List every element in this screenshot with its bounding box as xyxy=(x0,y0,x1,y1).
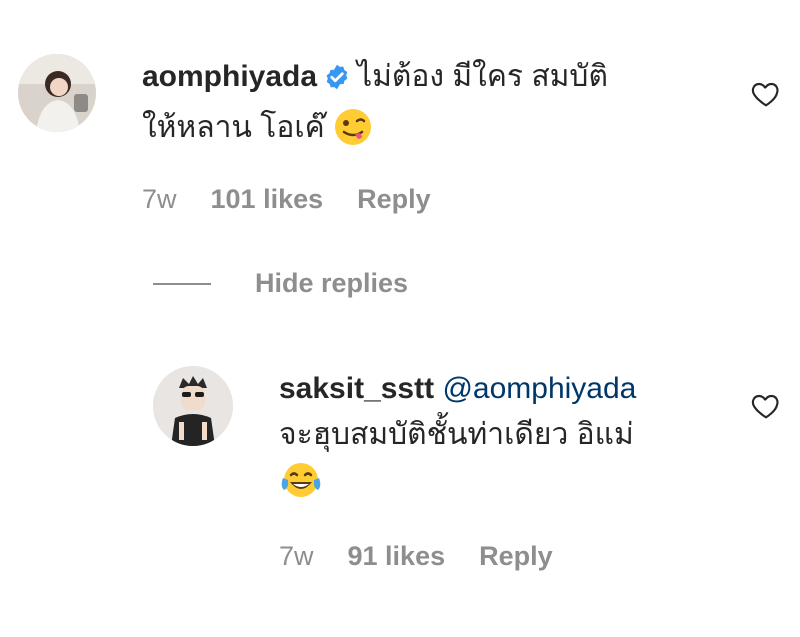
reply-button[interactable]: Reply xyxy=(479,541,553,572)
verified-badge-icon xyxy=(323,59,351,105)
hide-replies-button[interactable]: Hide replies xyxy=(153,268,408,299)
winking-face-with-tongue-icon xyxy=(333,107,373,161)
comment-body-line1: ไม่ต้อง มีใคร สมบัติ xyxy=(357,60,608,93)
profile-photo-icon xyxy=(153,366,233,446)
likes-count[interactable]: 91 likes xyxy=(348,541,446,572)
avatar[interactable] xyxy=(153,366,233,446)
hide-replies-label: Hide replies xyxy=(255,268,409,298)
mention-link[interactable]: @aomphiyada xyxy=(442,372,636,405)
comment-text: aomphiyada ไม่ต้อง มีใคร สมบัติ ให้หลาน โ… xyxy=(142,54,702,161)
reply-button[interactable]: Reply xyxy=(357,184,431,215)
timestamp: 7w xyxy=(279,541,314,571)
timestamp: 7w xyxy=(142,184,177,214)
username[interactable]: saksit_sstt xyxy=(279,372,434,405)
comment-meta: 7w 91 likes Reply xyxy=(279,541,553,572)
likes-count[interactable]: 101 likes xyxy=(211,184,324,215)
comment-body-line2: ให้หลาน โอเค๊ xyxy=(142,111,325,144)
like-heart-icon[interactable] xyxy=(750,390,782,422)
comment-body-line1: จะฮุบสมบัติชั้นท่าเดียว อิแม่ xyxy=(279,418,634,451)
divider-line xyxy=(153,282,211,285)
username[interactable]: aomphiyada xyxy=(142,60,317,93)
profile-photo-icon xyxy=(18,54,96,132)
comment-meta: 7w 101 likes Reply xyxy=(142,184,431,215)
face-with-tears-of-joy-icon xyxy=(279,460,323,514)
comment-text: saksit_sstt @aomphiyada จะฮุบสมบัติชั้นท… xyxy=(279,366,739,514)
like-heart-icon[interactable] xyxy=(750,78,782,110)
avatar[interactable] xyxy=(18,54,96,132)
